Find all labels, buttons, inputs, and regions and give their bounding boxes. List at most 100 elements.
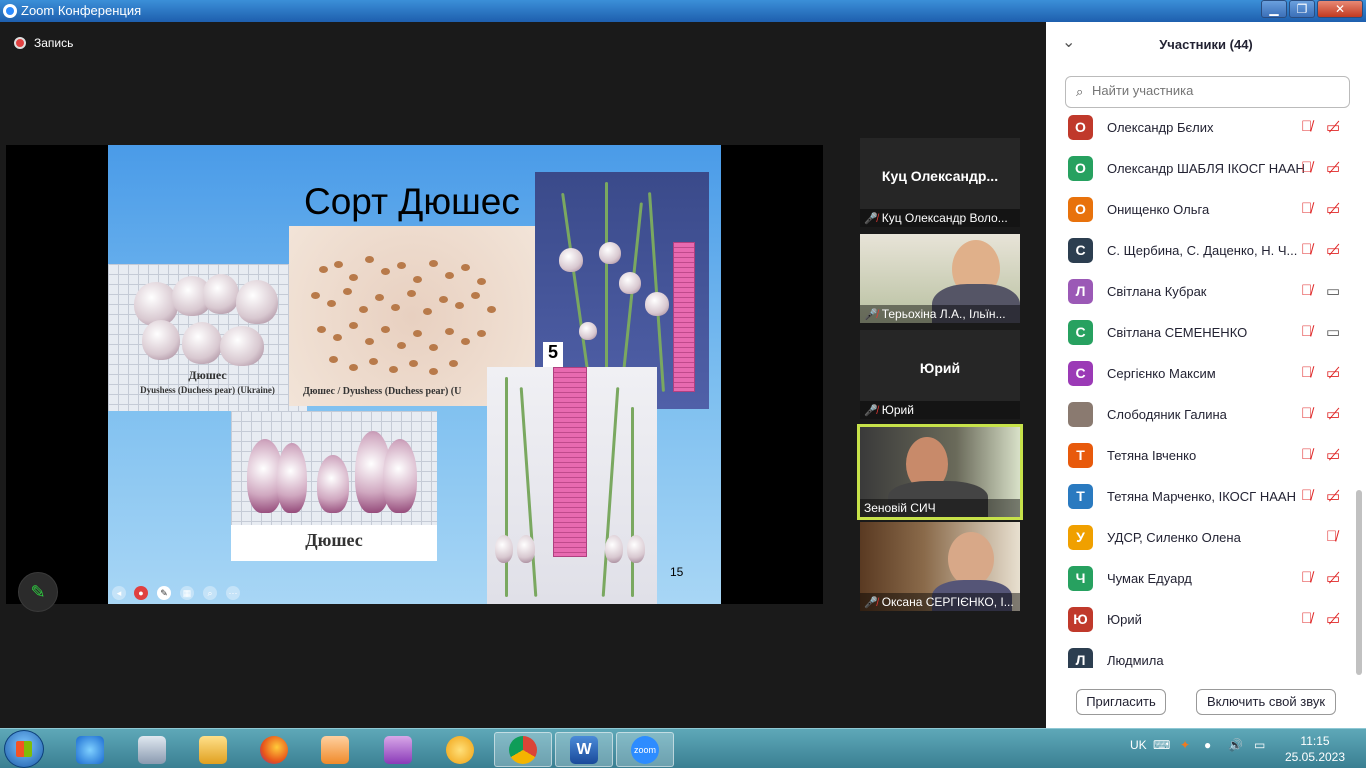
avatar: Т [1068,443,1093,468]
media-player-icon[interactable] [306,732,364,767]
camera-on-icon[interactable]: ▭ [1326,323,1340,341]
slide-page-number: 15 [670,565,684,579]
participant-search[interactable]: ⌕ [1065,76,1350,108]
participant-name: Чумак Едуард [1107,571,1192,586]
panel-title: Участники (44) [1159,37,1253,52]
video-tile[interactable]: Куц Олександр... 🎤̸ Куц Олександр Воло... [860,138,1020,227]
participant-row[interactable]: Т Тетяна Івченко 🎙̸ ▭̸ [1046,436,1356,477]
tile-label: Зеновій СИЧ [860,499,1020,517]
ruler-number: 5 [543,342,563,370]
firefox-icon[interactable] [245,732,303,767]
participant-row[interactable]: Л Світлана Кубрак 🎙̸ ▭ [1046,272,1356,313]
mic-muted-icon[interactable]: 🎙̸ [1301,364,1312,381]
mic-muted-icon[interactable]: 🎙̸ [1301,323,1312,340]
camera-off-icon[interactable]: ▭̸ [1326,241,1340,259]
participant-row[interactable]: Ч Чумак Едуард 🎙̸ ▭̸ [1046,559,1356,600]
mic-muted-icon[interactable]: 🎙̸ [1301,282,1312,299]
unmute-self-button[interactable]: Включить свой звук [1196,689,1336,715]
participant-row[interactable]: Л Людмила [1046,641,1356,668]
camera-off-icon[interactable]: ▭̸ [1326,200,1340,218]
mic-muted-icon[interactable]: 🎙̸ [1301,241,1312,258]
tile-display-name: Юрий [919,360,961,376]
video-tile[interactable]: 🎤̸ Оксана СЕРГІЄНКО, І... [860,522,1020,611]
camera-off-icon[interactable]: ▭̸ [1326,569,1340,587]
tray-app-icon[interactable]: ✦ [1180,738,1190,752]
prev-slide-icon[interactable]: ◂ [112,586,126,600]
garlic-stems-photo [487,367,657,604]
camera-off-icon[interactable]: ▭̸ [1326,405,1340,423]
camera-off-icon[interactable]: ▭̸ [1326,446,1340,464]
participant-name: Олександр Бєлих [1107,120,1214,135]
avatar [1068,402,1093,427]
search-input[interactable] [1092,83,1342,98]
scrollbar-thumb[interactable] [1356,490,1362,675]
avatar: С [1068,361,1093,386]
restore-button[interactable]: ❐ [1289,0,1315,18]
avatar: О [1068,197,1093,222]
invite-button[interactable]: Пригласить [1076,689,1166,715]
participant-row[interactable]: С С. Щербина, С. Даценко, Н. Ч... 🎙̸ ▭̸ [1046,231,1356,272]
video-tile[interactable]: Юрий 🎤̸ Юрий [860,330,1020,419]
active-speaker-tile[interactable]: Зеновій СИЧ [857,424,1023,520]
volume-icon[interactable]: 🔊 [1228,738,1243,752]
word-icon[interactable]: W [555,732,613,767]
participant-row[interactable]: Слободяник Галина 🎙̸ ▭̸ [1046,395,1356,436]
system-clock[interactable]: 11:15 25.05.2023 [1280,733,1350,765]
close-button[interactable]: ✕ [1317,0,1363,18]
pen-tool-icon[interactable]: ✎ [157,586,171,600]
mic-muted-icon[interactable]: 🎙̸ [1301,118,1312,135]
slides-grid-icon[interactable]: ▦ [180,586,194,600]
participant-row[interactable]: Ю Юрий 🎙̸ ▭̸ [1046,600,1356,641]
zoom-taskbar-icon[interactable]: zoom [616,732,674,767]
more-options-icon[interactable]: ⋯ [226,586,240,600]
zoom-tray-icon[interactable]: ● [1204,738,1211,752]
laser-pointer-icon[interactable]: ● [134,586,148,600]
camera-off-icon[interactable]: ▭̸ [1326,487,1340,505]
participant-row[interactable]: С Сергієнко Максим 🎙̸ ▭̸ [1046,354,1356,395]
language-indicator[interactable]: UK [1130,738,1147,752]
mic-muted-icon[interactable]: 🎙̸ [1301,405,1312,422]
mic-muted-icon[interactable]: 🎙̸ [1301,487,1312,504]
save-disk-icon[interactable] [369,732,427,767]
tile-label: 🎤̸ Юрий [860,401,1020,419]
network-icon[interactable]: ▭ [1254,738,1265,752]
participant-row[interactable]: О Олександр Бєлих 🎙̸ ▭̸ [1046,108,1356,149]
mic-muted-icon[interactable]: 🎙̸ [1301,200,1312,217]
mic-muted-icon[interactable]: 🎙̸ [1301,159,1312,176]
annotate-pencil-button[interactable]: ✎ [18,572,58,612]
slide-title: Сорт Дюшес [304,181,520,222]
mic-muted-icon[interactable]: 🎙̸ [1301,569,1312,586]
participant-row[interactable]: С Світлана СЕМЕНЕНКО 🎙̸ ▭ [1046,313,1356,354]
minimize-button[interactable]: ▁ [1261,0,1287,18]
participant-row[interactable]: О Олександр ШАБЛЯ ІКОСГ НААН 🎙̸ ▭̸ [1046,149,1356,190]
camera-off-icon[interactable]: ▭̸ [1326,118,1340,136]
video-tile[interactable]: 🎤̸ Терьохіна Л.А., Ільїн... [860,234,1020,323]
camera-off-icon[interactable]: ▭̸ [1326,364,1340,382]
recording-indicator[interactable]: Запись [14,36,73,50]
zoom-tool-icon[interactable]: ⌕ [203,586,217,600]
participant-row[interactable]: Т Тетяна Марченко, ІКОСГ НААН 🎙̸ ▭̸ [1046,477,1356,518]
avatar: Т [1068,484,1093,509]
participant-scrollbar[interactable] [1356,110,1362,675]
participant-row[interactable]: У УДСР, Силенко Олена 🎙̸ [1046,518,1356,559]
start-button[interactable] [4,730,44,768]
presentation-slide: Дюшес Dyushess (Duchess pear) (Ukraine) … [108,145,721,604]
keyboard-icon[interactable]: ⌨ [1153,738,1170,752]
vpn-shield-icon[interactable] [431,732,489,767]
chrome-icon[interactable] [494,732,552,767]
participant-row[interactable]: О Онищенко Ольга 🎙̸ ▭̸ [1046,190,1356,231]
windows-taskbar: W zoom UK ⌨ ✦ ● 🔊 ▭ 11:15 25.05.2023 [0,728,1366,768]
search-icon: ⌕ [1076,84,1084,99]
mic-muted-icon[interactable]: 🎙̸ [1301,446,1312,463]
photo-caption: Дюшес [188,368,227,382]
camera-off-icon[interactable]: ▭̸ [1326,159,1340,177]
mic-muted-icon[interactable]: 🎙̸ [1301,610,1312,627]
camera-off-icon[interactable]: ▭̸ [1326,610,1340,628]
clock-time: 11:15 [1300,734,1330,748]
calculator-icon[interactable] [123,732,181,767]
file-explorer-icon[interactable] [184,732,242,767]
tile-label: 🎤̸ Оксана СЕРГІЄНКО, І... [860,593,1020,611]
mic-muted-icon[interactable]: 🎙̸ [1326,528,1337,545]
camera-on-icon[interactable]: ▭ [1326,282,1340,300]
internet-explorer-icon[interactable] [61,732,119,767]
